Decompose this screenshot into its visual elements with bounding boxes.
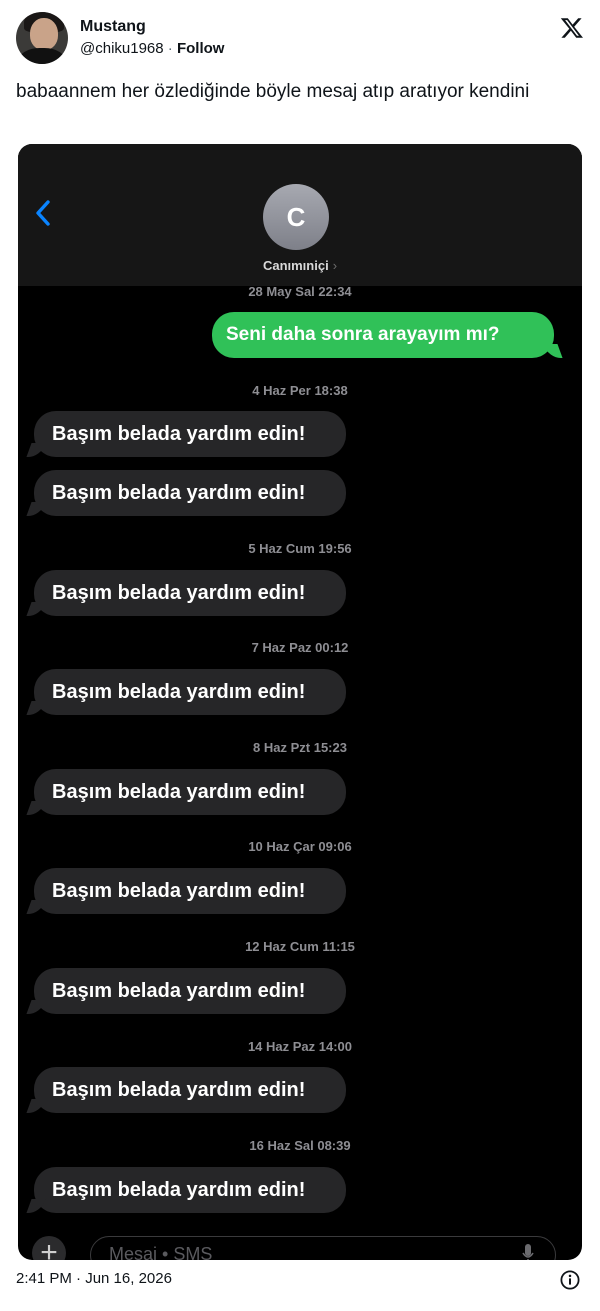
message-timestamp: 28 May Sal 22:34: [248, 284, 352, 299]
handle-separator: ·: [167, 40, 173, 57]
incoming-message-bubble[interactable]: Başım belada yardım edin!: [34, 570, 346, 616]
incoming-message-bubble[interactable]: Başım belada yardım edin!: [34, 470, 346, 516]
contact-chevron-icon: ›: [332, 258, 338, 273]
tweet-header: Mustang @chiku1968 · Follow: [16, 12, 584, 68]
tweet-text: babaannem her özlediğinde böyle mesaj at…: [16, 81, 530, 102]
message-input[interactable]: Mesaj • SMS: [90, 1236, 556, 1260]
incoming-message-bubble[interactable]: Başım belada yardım edin!: [34, 769, 346, 815]
contact-avatar[interactable]: C: [263, 184, 329, 250]
incoming-message-bubble[interactable]: Başım belada yardım edin!: [34, 968, 346, 1014]
contact-name: Canımıniçi: [262, 258, 329, 273]
info-icon[interactable]: [560, 1270, 580, 1290]
message-timestamp: 14 Haz Paz 14:00: [247, 1039, 353, 1054]
incoming-message-bubble[interactable]: Başım belada yardım edin!: [34, 669, 346, 715]
outgoing-message-bubble[interactable]: Seni daha sonra arayayım mı?: [212, 312, 554, 358]
x-logo-icon[interactable]: [560, 16, 584, 40]
tweet-media-image[interactable]: C Canımıniçi › 28 May Sal 22:34 Seni daha…: [18, 144, 582, 1260]
author-avatar[interactable]: [16, 12, 68, 64]
plus-icon[interactable]: +: [32, 1236, 66, 1260]
message-timestamp: 8 Haz Pzt 15:23: [253, 740, 347, 755]
messages-nav-bar: C Canımıniçi ›: [18, 144, 582, 286]
message-timestamp: 5 Haz Cum 19:56: [248, 541, 352, 556]
mic-icon[interactable]: [522, 1244, 534, 1260]
message-composer: + Mesaj • SMS: [18, 1228, 582, 1260]
message-timestamp: 16 Haz Sal 08:39: [249, 1138, 351, 1153]
incoming-message-bubble[interactable]: Başım belada yardım edin!: [34, 1167, 346, 1213]
incoming-message-bubble[interactable]: Başım belada yardım edin!: [34, 1067, 346, 1113]
tweet-timestamp[interactable]: 2:41 PM · Jun 16, 2026: [16, 1270, 172, 1287]
contact-name-row[interactable]: Canımıniçi ›: [18, 258, 582, 273]
author-handle-line: @chiku1968 · Follow: [80, 40, 224, 57]
author-name[interactable]: Mustang: [80, 18, 146, 36]
message-timestamp: 10 Haz Çar 09:06: [248, 839, 352, 854]
back-chevron-icon[interactable]: [32, 198, 54, 228]
message-timestamp: 12 Haz Cum 11:15: [245, 939, 355, 954]
follow-button[interactable]: Follow: [177, 40, 225, 57]
incoming-message-bubble[interactable]: Başım belada yardım edin!: [34, 411, 346, 457]
incoming-message-bubble[interactable]: Başım belada yardım edin!: [34, 868, 346, 914]
author-handle[interactable]: @chiku1968: [80, 40, 164, 57]
message-timestamp: 4 Haz Per 18:38: [252, 383, 348, 398]
message-timestamp: 7 Haz Paz 00:12: [251, 640, 349, 655]
